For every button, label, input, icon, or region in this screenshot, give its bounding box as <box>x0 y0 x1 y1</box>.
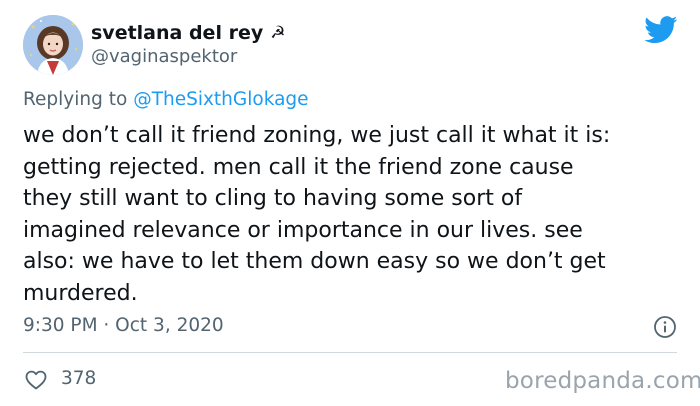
author-name-row[interactable]: svetlana del rey ☭ <box>91 22 285 44</box>
tweet-timestamp[interactable]: 9:30 PM · Oct 3, 2020 <box>23 315 224 336</box>
divider <box>23 352 677 353</box>
reply-context: Replying to @TheSixthGlokage <box>23 89 309 110</box>
reply-handle-link[interactable]: @TheSixthGlokage <box>133 89 308 110</box>
heart-icon[interactable] <box>24 368 48 392</box>
author-handle[interactable]: @vaginaspektor <box>91 46 237 67</box>
tweet-card: svetlana del rey ☭ @vaginaspektor Replyi… <box>0 0 700 406</box>
tweet-text-line: they still want to cling to having some … <box>23 186 523 212</box>
tweet-text-line: we don’t call it friend zoning, we just … <box>23 123 611 148</box>
info-icon[interactable] <box>653 315 677 339</box>
tweet-text: we don’t call it friend zoning, we just … <box>23 120 683 310</box>
tweet-text-line: also: we have to let them down easy so w… <box>23 249 606 275</box>
watermark: boredpanda.com <box>505 368 700 394</box>
author-display-name[interactable]: svetlana del rey <box>91 22 263 44</box>
tweet-text-line: getting rejected. men call it the friend… <box>23 154 574 180</box>
tweet-text-line: murdered. <box>23 280 138 306</box>
twitter-bird-icon[interactable] <box>644 16 678 44</box>
reply-prefix: Replying to <box>23 89 134 110</box>
like-count: 378 <box>61 368 97 389</box>
avatar-image <box>23 15 83 75</box>
tweet-text-line: imagined relevance or importance in our … <box>23 217 583 243</box>
avatar[interactable] <box>23 15 83 75</box>
name-emoji: ☭ <box>270 22 286 43</box>
